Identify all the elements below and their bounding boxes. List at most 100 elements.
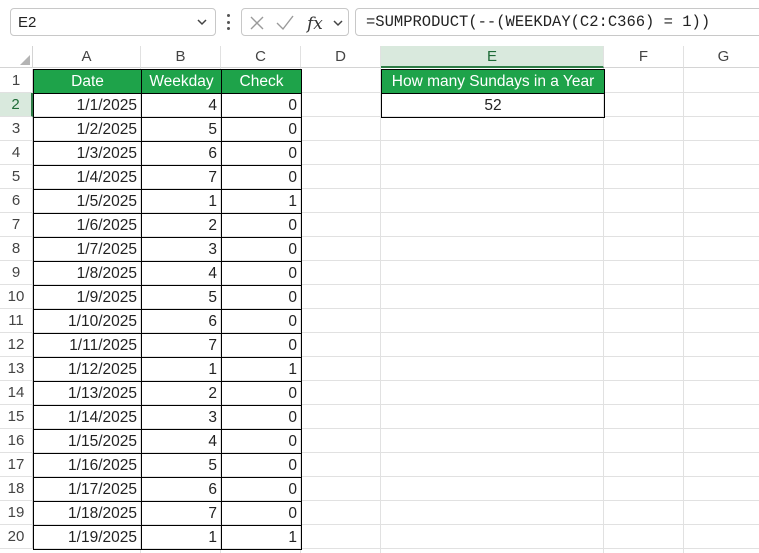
table-cell[interactable]: 1/5/2025 (33, 189, 142, 214)
svg-text:fx: fx (306, 14, 323, 34)
select-all-corner[interactable] (0, 46, 33, 68)
table-cell[interactable]: 5 (141, 453, 222, 478)
close-icon[interactable] (248, 14, 266, 32)
column-header-g[interactable]: G (684, 46, 759, 68)
table-cell[interactable]: 0 (221, 309, 302, 334)
row-header-7[interactable]: 7 (0, 213, 33, 237)
table-cell[interactable]: 1/16/2025 (33, 453, 142, 478)
row-header-10[interactable]: 10 (0, 285, 33, 309)
result-value-cell[interactable]: 52 (381, 93, 605, 118)
table-cell[interactable]: 3 (141, 405, 222, 430)
row-header-3[interactable]: 3 (0, 117, 33, 141)
table-cell[interactable]: 0 (221, 429, 302, 454)
row-header-5[interactable]: 5 (0, 165, 33, 189)
table-cell[interactable]: 1/8/2025 (33, 261, 142, 286)
table-cell[interactable]: 1/19/2025 (33, 525, 142, 550)
table-cell[interactable]: 0 (221, 453, 302, 478)
table-cell[interactable]: 4 (141, 261, 222, 286)
table-cell[interactable]: 7 (141, 333, 222, 358)
chevron-down-icon[interactable] (195, 15, 209, 29)
row-header-11[interactable]: 11 (0, 309, 33, 333)
table-cell[interactable]: 0 (221, 237, 302, 262)
table-cell[interactable]: 0 (221, 165, 302, 190)
table-cell[interactable]: 1/3/2025 (33, 141, 142, 166)
table-cell[interactable]: 1 (141, 525, 222, 550)
table-cell[interactable]: 1 (221, 525, 302, 550)
table-cell[interactable]: 1/15/2025 (33, 429, 142, 454)
table-cell[interactable]: 2 (141, 213, 222, 238)
row-header-17[interactable]: 17 (0, 453, 33, 477)
table-cell[interactable]: 7 (141, 165, 222, 190)
chevron-down-icon[interactable] (331, 16, 345, 30)
table-cell[interactable]: 1 (221, 357, 302, 382)
table-header-cell[interactable]: Date (33, 69, 142, 94)
table-cell[interactable]: 0 (221, 261, 302, 286)
name-box-value: E2 (18, 13, 37, 31)
table-cell[interactable]: 1 (141, 357, 222, 382)
table-cell[interactable]: 5 (141, 117, 222, 142)
column-header-e[interactable]: E (381, 46, 604, 68)
row-header-8[interactable]: 8 (0, 237, 33, 261)
row-header-14[interactable]: 14 (0, 381, 33, 405)
row-header-18[interactable]: 18 (0, 477, 33, 501)
name-box[interactable]: E2 (10, 8, 216, 36)
table-cell[interactable]: 1/6/2025 (33, 213, 142, 238)
table-cell[interactable]: 1 (141, 189, 222, 214)
table-cell[interactable]: 0 (221, 477, 302, 502)
row-header-15[interactable]: 15 (0, 405, 33, 429)
row-header-16[interactable]: 16 (0, 429, 33, 453)
table-cell[interactable]: 0 (221, 117, 302, 142)
table-cell[interactable]: 6 (141, 477, 222, 502)
table-cell[interactable]: 1/1/2025 (33, 93, 142, 118)
table-cell[interactable]: 6 (141, 141, 222, 166)
table-cell[interactable]: 1/13/2025 (33, 381, 142, 406)
row-header-20[interactable]: 20 (0, 525, 33, 549)
row-header-19[interactable]: 19 (0, 501, 33, 525)
table-cell[interactable]: 1/4/2025 (33, 165, 142, 190)
table-cell[interactable]: 1/14/2025 (33, 405, 142, 430)
table-cell[interactable]: 5 (141, 285, 222, 310)
column-header-c[interactable]: C (221, 46, 301, 68)
table-cell[interactable]: 2 (141, 381, 222, 406)
table-cell[interactable]: 0 (221, 93, 302, 118)
table-cell[interactable]: 0 (221, 405, 302, 430)
table-cell[interactable]: 1/12/2025 (33, 357, 142, 382)
row-header-9[interactable]: 9 (0, 261, 33, 285)
table-cell[interactable]: 0 (221, 501, 302, 526)
column-header-b[interactable]: B (141, 46, 221, 68)
fx-icon[interactable]: fx (306, 12, 328, 34)
table-header-cell[interactable]: Weekday (141, 69, 222, 94)
table-cell[interactable]: 7 (141, 501, 222, 526)
table-cell[interactable]: 0 (221, 381, 302, 406)
row-header-12[interactable]: 12 (0, 333, 33, 357)
table-cell[interactable]: 1/10/2025 (33, 309, 142, 334)
table-cell[interactable]: 1 (221, 189, 302, 214)
column-header-a[interactable]: A (33, 46, 141, 68)
table-cell[interactable]: 1/17/2025 (33, 477, 142, 502)
table-cell[interactable]: 1/11/2025 (33, 333, 142, 358)
checkmark-icon[interactable] (275, 14, 295, 32)
column-header-d[interactable]: D (301, 46, 381, 68)
table-cell[interactable]: 4 (141, 93, 222, 118)
vertical-dots-icon[interactable] (226, 14, 230, 30)
table-cell[interactable]: 1/18/2025 (33, 501, 142, 526)
result-header-cell[interactable]: How many Sundays in a Year (381, 69, 605, 94)
table-cell[interactable]: 1/9/2025 (33, 285, 142, 310)
table-header-cell[interactable]: Check (221, 69, 302, 94)
row-header-1[interactable]: 1 (0, 69, 33, 93)
table-cell[interactable]: 0 (221, 141, 302, 166)
row-header-4[interactable]: 4 (0, 141, 33, 165)
table-cell[interactable]: 0 (221, 333, 302, 358)
table-cell[interactable]: 6 (141, 309, 222, 334)
table-cell[interactable]: 0 (221, 213, 302, 238)
row-header-2[interactable]: 2 (0, 93, 33, 117)
table-cell[interactable]: 1/2/2025 (33, 117, 142, 142)
table-cell[interactable]: 1/7/2025 (33, 237, 142, 262)
formula-input[interactable]: =SUMPRODUCT(--(WEEKDAY(C2:C366) = 1)) (355, 8, 759, 36)
table-cell[interactable]: 0 (221, 285, 302, 310)
row-header-13[interactable]: 13 (0, 357, 33, 381)
row-header-6[interactable]: 6 (0, 189, 33, 213)
table-cell[interactable]: 4 (141, 429, 222, 454)
column-header-f[interactable]: F (604, 46, 684, 68)
table-cell[interactable]: 3 (141, 237, 222, 262)
